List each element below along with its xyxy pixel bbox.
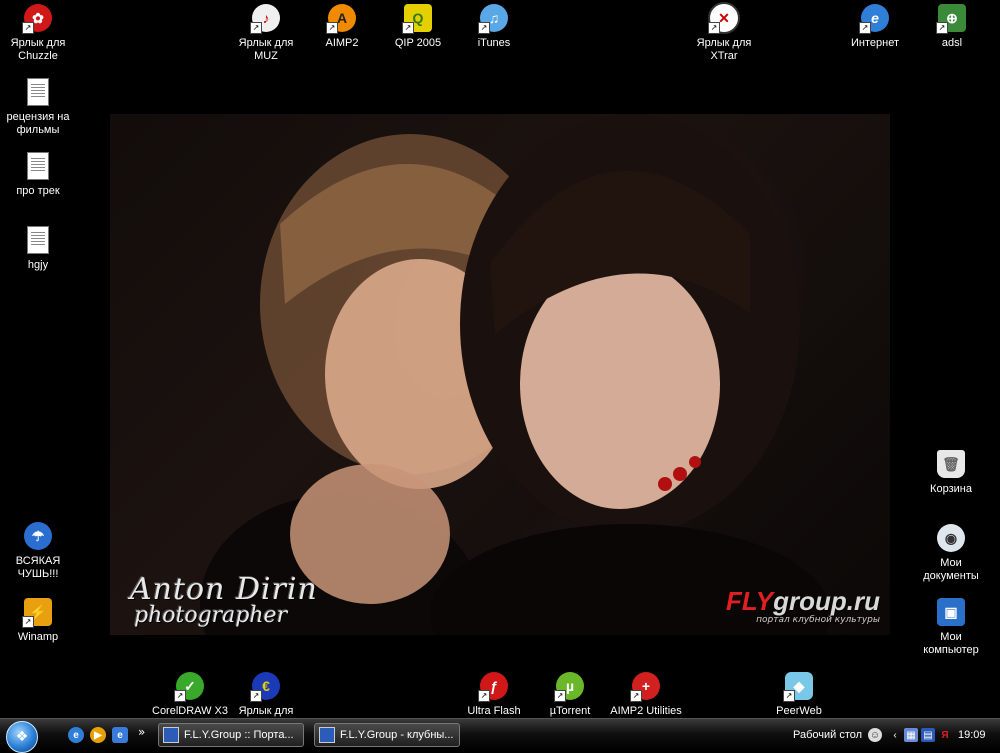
quicklaunch-show-desktop-icon[interactable]: e <box>112 727 128 743</box>
desktop-icon-label: Мои компьютер <box>923 631 979 656</box>
xtrar-clock-icon: ✕ ↗ <box>708 2 740 34</box>
brand-accent: FLY <box>725 586 774 616</box>
desktop-icon-label: про трек <box>16 185 60 197</box>
winamp-icon: ⚡ ↗ <box>22 596 54 628</box>
desktop: Anton Dirin photographer FLYgroup.ru пор… <box>0 0 1000 718</box>
flygroup-watermark: FLYgroup.ru портал клубной культуры <box>726 588 880 625</box>
taskbar-task-title: F.L.Y.Group - клубны... <box>340 729 454 741</box>
browser-window-icon <box>319 727 335 743</box>
watermark-name: Anton Dirin <box>130 572 318 607</box>
desktop-icon-label: adsl <box>941 37 963 49</box>
desktop-icon-label: PeerWeb <box>776 705 822 717</box>
desktop-icon-label: Winamp <box>17 631 59 643</box>
desktop-icon-label: Ярлык для <box>238 705 294 717</box>
coreldraw-icon: ✓ ↗ <box>174 670 206 702</box>
qip-icon: Q ↗ <box>402 2 434 34</box>
taskbar-task-2[interactable]: F.L.Y.Group - клубны... <box>314 723 460 747</box>
flygroup-logo-text: FLYgroup.ru <box>726 588 880 614</box>
watermark-tagline: портал клубной культуры <box>756 615 880 625</box>
desktop-icon-label: QIP 2005 <box>394 37 442 49</box>
quicklaunch-ie-icon[interactable]: e <box>68 727 84 743</box>
aimp-utilities-icon: + ↗ <box>630 670 662 702</box>
desktop-icon-korzina[interactable]: 🗑 Корзина <box>913 448 989 496</box>
desktop-icon-label: Ярлык для MUZ <box>238 37 294 62</box>
folder-disc-icon: ☂ <box>22 520 54 552</box>
quicklaunch-media-player-icon[interactable]: ▶ <box>90 727 106 743</box>
desktop-icon-label: Ярлык для XTrar <box>696 37 752 62</box>
text-document-icon <box>22 224 54 256</box>
desktop-toolbar-label[interactable]: Рабочий стол <box>793 729 862 741</box>
peerweb-icon: ◆ ↗ <box>783 670 815 702</box>
desktop-icon-moi-kompyuter[interactable]: ▣ Мои компьютер <box>913 596 989 657</box>
tray-avatar-icon[interactable]: ☺ <box>868 728 882 742</box>
desktop-icon-muz[interactable]: ♪ ↗ Ярлык для MUZ <box>228 2 304 63</box>
text-document-icon <box>22 76 54 108</box>
desktop-icon-chuzzle[interactable]: ✿ ↗ Ярлык для Chuzzle <box>0 2 76 63</box>
desktop-icon-label: iTunes <box>477 37 511 49</box>
desktop-icon-qip[interactable]: Q ↗ QIP 2005 <box>380 2 456 50</box>
desktop-icon-label: Ultra Flash <box>467 705 521 717</box>
desktop-icon-label: Корзина <box>930 483 972 495</box>
tray-yandex-icon[interactable]: Я <box>938 728 952 742</box>
my-documents-icon: ◉ <box>935 522 967 554</box>
desktop-icon-peerweb[interactable]: ◆ ↗ PeerWeb <box>761 670 837 718</box>
network-connection-icon: ⊕ ↗ <box>936 2 968 34</box>
windows-logo-icon: ❖ <box>15 729 29 745</box>
euro-app-icon: € ↗ <box>250 670 282 702</box>
desktop-icon-hgjy[interactable]: hgjy <box>0 224 76 272</box>
desktop-icon-label: Интернет <box>851 37 899 49</box>
tray-network-icon[interactable]: ▦ <box>904 728 918 742</box>
desktop-icon-winamp[interactable]: ⚡ ↗ Winamp <box>0 596 76 644</box>
my-computer-icon: ▣ <box>935 596 967 628</box>
desktop-icon-adsl[interactable]: ⊕ ↗ adsl <box>914 2 990 50</box>
desktop-icon-label: AIMP2 Utilities <box>610 705 682 717</box>
photographer-watermark: Anton Dirin photographer <box>130 575 318 627</box>
start-button[interactable]: ❖ <box>6 721 38 753</box>
browser-window-icon <box>163 727 179 743</box>
utorrent-icon: µ ↗ <box>554 670 586 702</box>
desktop-icon-recenzia[interactable]: рецензия на фильмы <box>0 76 76 137</box>
desktop-icon-label: Ярлык для Chuzzle <box>10 37 66 62</box>
tray-display-icon[interactable]: ▤ <box>921 728 935 742</box>
desktop-icon-aimp2-utilities[interactable]: + ↗ AIMP2 Utilities <box>608 670 684 718</box>
taskbar: ❖ e ▶ e » F.L.Y.Group :: Порта... F.L.Y.… <box>0 718 1000 753</box>
internet-explorer-icon: e ↗ <box>859 2 891 34</box>
desktop-icon-itunes[interactable]: ♫ ↗ iTunes <box>456 2 532 50</box>
recycle-bin-icon: 🗑 <box>935 448 967 480</box>
desktop-icon-label: µTorrent <box>549 705 591 717</box>
aimp-icon: A ↗ <box>326 2 358 34</box>
desktop-icon-label: ВСЯКАЯ ЧУШЬ!!! <box>15 555 61 580</box>
ultraflash-icon: ƒ ↗ <box>478 670 510 702</box>
desktop-icon-utorrent[interactable]: µ ↗ µTorrent <box>532 670 608 718</box>
taskbar-task-title: F.L.Y.Group :: Порта... <box>184 729 294 741</box>
desktop-icon-internet[interactable]: e ↗ Интернет <box>837 2 913 50</box>
desktop-icon-label: рецензия на фильмы <box>6 111 70 136</box>
wallpaper-photo: Anton Dirin photographer FLYgroup.ru пор… <box>110 114 890 635</box>
taskbar-task-1[interactable]: F.L.Y.Group :: Порта... <box>158 723 304 747</box>
desktop-icon-aimp2[interactable]: A ↗ AIMP2 <box>304 2 380 50</box>
desktop-icon-label: AIMP2 <box>325 37 359 49</box>
taskbar-clock[interactable]: 19:09 <box>958 729 986 741</box>
text-document-icon <box>22 150 54 182</box>
quicklaunch-more-icon[interactable]: » <box>138 725 145 739</box>
desktop-icon-label: hgjy <box>27 259 49 271</box>
desktop-icon-yarlyk[interactable]: € ↗ Ярлык для <box>228 670 304 718</box>
brand-rest: group.ru <box>773 586 880 616</box>
muz-icon: ♪ ↗ <box>250 2 282 34</box>
desktop-icon-ultraflash[interactable]: ƒ ↗ Ultra Flash <box>456 670 532 718</box>
desktop-icon-label: Мои документы <box>923 557 979 582</box>
wallpaper-figures <box>200 114 830 635</box>
tray-expand-chevron-icon[interactable]: ‹ <box>888 728 902 742</box>
desktop-icon-pro-trek[interactable]: про трек <box>0 150 76 198</box>
desktop-icon-label: CorelDRAW X3 <box>152 705 228 717</box>
itunes-icon: ♫ ↗ <box>478 2 510 34</box>
desktop-icon-moi-dokumenty[interactable]: ◉ Мои документы <box>913 522 989 583</box>
desktop-icon-xtrar[interactable]: ✕ ↗ Ярлык для XTrar <box>686 2 762 63</box>
desktop-icon-coreldraw[interactable]: ✓ ↗ CorelDRAW X3 <box>152 670 228 718</box>
watermark-role: photographer <box>134 603 288 628</box>
chuzzle-icon: ✿ ↗ <box>22 2 54 34</box>
desktop-icon-vsyakaya[interactable]: ☂ ВСЯКАЯ ЧУШЬ!!! <box>0 520 76 581</box>
